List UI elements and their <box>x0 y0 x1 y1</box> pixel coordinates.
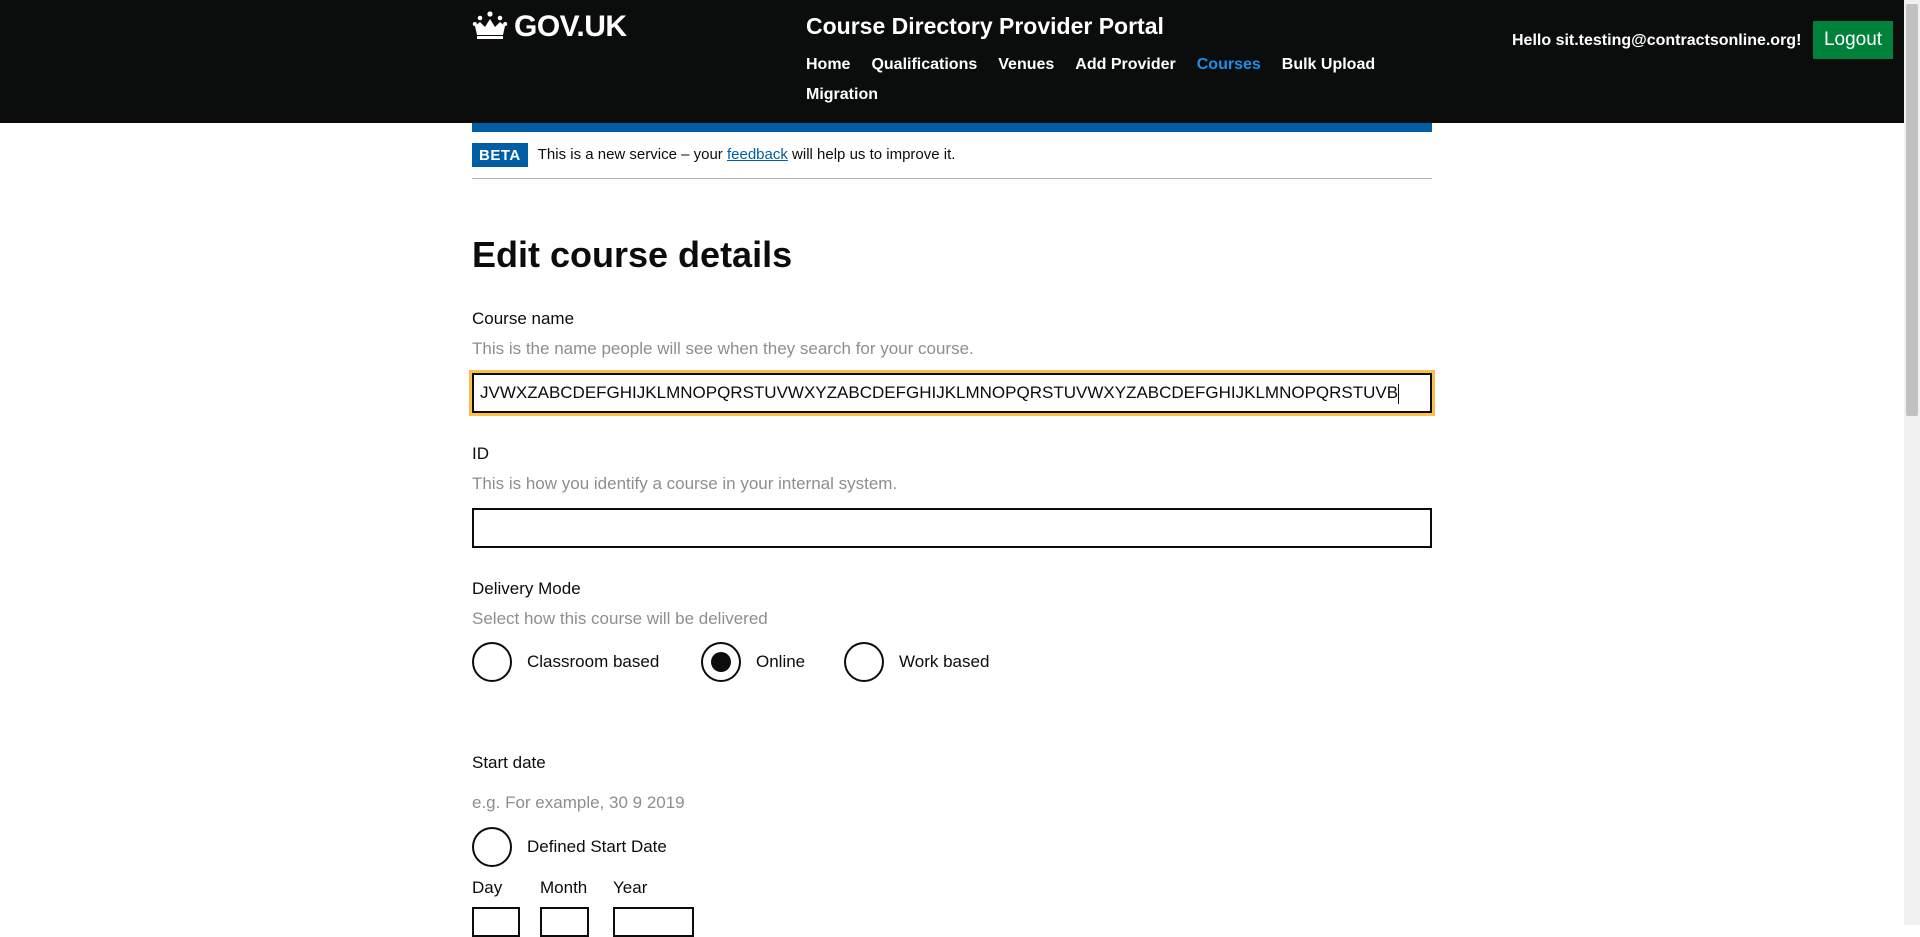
radio-work-based[interactable]: Work based <box>844 642 989 682</box>
nav-home[interactable]: Home <box>806 55 850 75</box>
site-header: GOV.UK Course Directory Provider Portal … <box>0 0 1904 123</box>
start-date-hint: e.g. For example, 30 9 2019 <box>472 793 685 812</box>
radio-label: Work based <box>899 652 990 671</box>
radio-circle[interactable] <box>844 642 884 682</box>
day-input[interactable] <box>472 907 520 937</box>
nav-bulk-upload[interactable]: Bulk Upload <box>1282 55 1375 75</box>
radio-circle[interactable] <box>472 642 512 682</box>
phase-banner-text: This is a new service – your feedback wi… <box>538 143 956 167</box>
feedback-link[interactable]: feedback <box>727 146 788 163</box>
user-greeting: Hello sit.testing@contractsonline.org! <box>1512 32 1802 49</box>
radio-online[interactable]: Online <box>701 642 805 682</box>
page-title: Edit course details <box>472 234 793 275</box>
course-id-label: ID <box>472 444 489 463</box>
start-date-label: Start date <box>472 753 546 772</box>
delivery-mode-label: Delivery Mode <box>472 579 581 598</box>
day-label: Day <box>472 878 503 897</box>
vertical-scrollbar[interactable] <box>1904 0 1920 925</box>
logo-text: GOV.UK <box>514 10 627 43</box>
radio-label: Online <box>756 652 806 671</box>
nav-courses[interactable]: Courses <box>1197 55 1261 75</box>
nav-migration[interactable]: Migration <box>806 85 878 105</box>
delivery-mode-hint: Select how this course will be delivered <box>472 609 768 628</box>
nav-add-provider[interactable]: Add Provider <box>1075 55 1175 75</box>
phase-banner: BETA This is a new service – your feedba… <box>472 143 1432 179</box>
crown-icon <box>472 10 514 45</box>
course-name-label: Course name <box>472 309 575 328</box>
month-input[interactable] <box>540 907 589 937</box>
nav-qualifications[interactable]: Qualifications <box>871 55 977 75</box>
govuk-logo-link[interactable]: GOV.UK <box>472 8 627 46</box>
course-name-input[interactable]: JVWXZABCDEFGHIJKLMNOPQRSTUVWXYZABCDEFGHI… <box>469 370 1435 416</box>
course-name-value: JVWXZABCDEFGHIJKLMNOPQRSTUVWXYZABCDEFGHI… <box>480 383 1399 402</box>
course-name-hint: This is the name people will see when th… <box>472 339 974 358</box>
text-caret <box>1398 383 1400 404</box>
radio-label: Classroom based <box>527 652 660 671</box>
radio-label: Defined Start Date <box>527 837 667 856</box>
logout-button[interactable]: Logout <box>1813 21 1893 59</box>
radio-circle-checked[interactable] <box>701 642 741 682</box>
nav-venues[interactable]: Venues <box>998 55 1054 75</box>
course-id-hint: This is how you identify a course in you… <box>472 474 898 493</box>
phase-text-before: This is a new service – your <box>537 146 727 163</box>
year-input[interactable] <box>613 907 694 937</box>
phase-text-after: will help us to improve it. <box>787 146 956 163</box>
radio-circle[interactable] <box>472 827 512 867</box>
service-name[interactable]: Course Directory Provider Portal <box>806 12 1164 40</box>
main-nav: Home Qualifications Venues Add Provider … <box>806 55 1376 105</box>
header-accent-bar <box>472 123 1432 132</box>
course-id-input[interactable] <box>472 508 1432 548</box>
beta-tag: BETA <box>472 143 528 167</box>
scrollbar-thumb[interactable] <box>1906 4 1918 416</box>
radio-defined-start-date[interactable]: Defined Start Date <box>472 827 667 867</box>
year-label: Year <box>613 878 648 897</box>
month-label: Month <box>540 878 588 897</box>
radio-classroom-based[interactable]: Classroom based <box>472 642 659 682</box>
